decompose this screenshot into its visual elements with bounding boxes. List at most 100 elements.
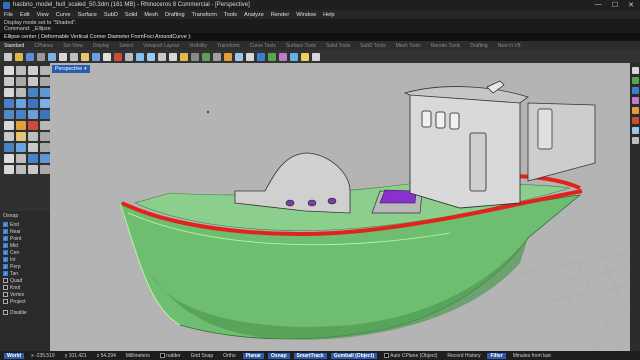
named-views-panel-icon[interactable] bbox=[631, 127, 639, 134]
import-icon[interactable] bbox=[48, 52, 56, 61]
osnap-row-end[interactable]: ✓ End bbox=[3, 221, 47, 228]
light-icon[interactable] bbox=[301, 52, 309, 61]
rotate-object-icon[interactable] bbox=[40, 132, 50, 141]
more-tools-icon[interactable] bbox=[40, 165, 50, 174]
tab-render-tools[interactable]: Render Tools bbox=[431, 43, 460, 49]
tab-solid-tools[interactable]: Solid Tools bbox=[326, 43, 350, 49]
sphere-icon[interactable] bbox=[16, 110, 26, 119]
mesh-icon[interactable] bbox=[28, 154, 38, 163]
join-icon[interactable] bbox=[40, 121, 50, 130]
command-prompt-text[interactable]: Ellipse center ( Deformable Vertical Cor… bbox=[4, 34, 192, 40]
cylinder-icon[interactable] bbox=[28, 110, 38, 119]
osnap-row-mid[interactable]: ✓ Mid bbox=[3, 242, 47, 249]
tab-standard[interactable]: Standard bbox=[4, 43, 24, 49]
osnap-checkbox[interactable]: ✓ bbox=[3, 236, 8, 241]
osnap-row-tan[interactable]: ✓ Tan bbox=[3, 270, 47, 277]
osnap-checkbox[interactable]: ✓ bbox=[3, 264, 8, 269]
plane-surface-icon[interactable] bbox=[28, 88, 38, 97]
analyze-curvature-icon[interactable] bbox=[4, 165, 14, 174]
osnap-row-vertex[interactable]: Vertex bbox=[3, 291, 47, 298]
wheelhouse[interactable] bbox=[409, 92, 521, 209]
viewport-title-tab[interactable]: Perspective ▾ bbox=[52, 65, 90, 73]
boolean-union-icon[interactable] bbox=[40, 110, 50, 119]
auto-cplane-toggle[interactable]: Auto CPlane (Object) bbox=[381, 353, 440, 359]
fillet-icon[interactable] bbox=[4, 121, 14, 130]
osnap-row-quad[interactable]: Quad bbox=[3, 277, 47, 284]
command-prompt[interactable]: Ellipse center ( Deformable Vertical Cor… bbox=[0, 33, 640, 41]
lock-objects-icon[interactable] bbox=[224, 52, 232, 61]
copy-icon[interactable] bbox=[70, 52, 78, 61]
osnap-checkbox[interactable] bbox=[3, 278, 8, 283]
layer-icon[interactable] bbox=[235, 52, 243, 61]
polyline-icon[interactable] bbox=[40, 66, 50, 75]
scale-icon[interactable] bbox=[4, 143, 14, 152]
libraries-panel-icon[interactable] bbox=[631, 137, 639, 144]
osnap-checkbox[interactable]: ✓ bbox=[3, 257, 8, 262]
grid-icon[interactable] bbox=[28, 165, 38, 174]
lights-panel-icon[interactable] bbox=[631, 107, 639, 114]
osnap-checkbox[interactable]: ✓ bbox=[3, 250, 8, 255]
menu-view[interactable]: View bbox=[37, 12, 49, 18]
close-button[interactable]: ✕ bbox=[628, 1, 634, 9]
zoom-selected-icon[interactable] bbox=[158, 52, 166, 61]
ellipse-icon[interactable] bbox=[40, 77, 50, 86]
tab-mesh-tools[interactable]: Mesh Tools bbox=[396, 43, 421, 49]
current-layer[interactable]: rudder bbox=[157, 353, 184, 359]
gumball-toggle[interactable]: Gumball (Object) bbox=[330, 352, 378, 359]
menu-mesh[interactable]: Mesh bbox=[144, 12, 158, 18]
properties-panel-icon[interactable] bbox=[631, 67, 639, 74]
menu-drafting[interactable]: Drafting bbox=[165, 12, 185, 18]
ortho-toggle[interactable]: Ortho bbox=[220, 353, 239, 359]
osnap-checkbox[interactable]: ✓ bbox=[3, 243, 8, 248]
osnap-checkbox[interactable] bbox=[3, 292, 8, 297]
menu-edit[interactable]: Edit bbox=[20, 12, 30, 18]
osnap-row-perp[interactable]: ✓ Perp bbox=[3, 263, 47, 270]
zoom-extents-icon[interactable] bbox=[147, 52, 155, 61]
osnap-row-near[interactable]: ✓ Near bbox=[3, 228, 47, 235]
sweep-icon[interactable] bbox=[16, 99, 26, 108]
menu-file[interactable]: File bbox=[4, 12, 13, 18]
osnap-row-cen[interactable]: ✓ Cen bbox=[3, 249, 47, 256]
osnap-row-knot[interactable]: Knot bbox=[3, 284, 47, 291]
tab-select[interactable]: Select bbox=[119, 43, 133, 49]
grid-snap-toggle[interactable]: Grid Snap bbox=[188, 353, 217, 359]
dimension-icon[interactable] bbox=[4, 154, 14, 163]
array-icon[interactable] bbox=[28, 143, 38, 152]
menu-transform[interactable]: Transform bbox=[192, 12, 217, 18]
osnap-toggle[interactable]: Osnap bbox=[267, 352, 290, 359]
render-icon[interactable] bbox=[290, 52, 298, 61]
split-icon[interactable] bbox=[28, 121, 38, 130]
filter-toggle[interactable]: Filter bbox=[487, 352, 506, 359]
tab-viewport-layout[interactable]: Viewport Layout bbox=[143, 43, 179, 49]
menu-analyze[interactable]: Analyze bbox=[244, 12, 264, 18]
arc-icon[interactable] bbox=[28, 77, 38, 86]
undo-icon[interactable] bbox=[92, 52, 100, 61]
cplane-indicator[interactable]: World bbox=[4, 352, 25, 359]
maximize-button[interactable]: ☐ bbox=[612, 1, 618, 9]
network-surface-icon[interactable] bbox=[40, 99, 50, 108]
trim-icon[interactable] bbox=[16, 121, 26, 130]
loft-icon[interactable] bbox=[40, 88, 50, 97]
viewport-title[interactable]: Perspective bbox=[55, 66, 82, 72]
minimize-button[interactable]: — bbox=[595, 1, 602, 9]
osnap-row-point[interactable]: ✓ Point bbox=[3, 235, 47, 242]
tab-curve-tools[interactable]: Curve Tools bbox=[250, 43, 276, 49]
osnap-checkbox[interactable]: ✓ bbox=[3, 271, 8, 276]
menu-render[interactable]: Render bbox=[271, 12, 289, 18]
smarttrack-toggle[interactable]: SmartTrack bbox=[293, 352, 327, 359]
osnap-checkbox[interactable]: ✓ bbox=[3, 222, 8, 227]
record-history-toggle[interactable]: Record History bbox=[444, 353, 483, 359]
pan-icon[interactable] bbox=[103, 52, 111, 61]
properties-icon[interactable] bbox=[246, 52, 254, 61]
undo-view-icon[interactable] bbox=[169, 52, 177, 61]
select-arrow-icon[interactable] bbox=[4, 66, 14, 75]
tab-cplanes[interactable]: CPlanes bbox=[34, 43, 53, 49]
polygon-icon[interactable] bbox=[16, 88, 26, 97]
print-icon[interactable] bbox=[37, 52, 45, 61]
rotate-view-icon[interactable] bbox=[114, 52, 122, 61]
line-icon[interactable] bbox=[28, 66, 38, 75]
tab-display[interactable]: Display bbox=[93, 43, 109, 49]
disable-checkbox[interactable] bbox=[3, 310, 8, 315]
menu-help[interactable]: Help bbox=[323, 12, 335, 18]
extrude-icon[interactable] bbox=[4, 99, 14, 108]
